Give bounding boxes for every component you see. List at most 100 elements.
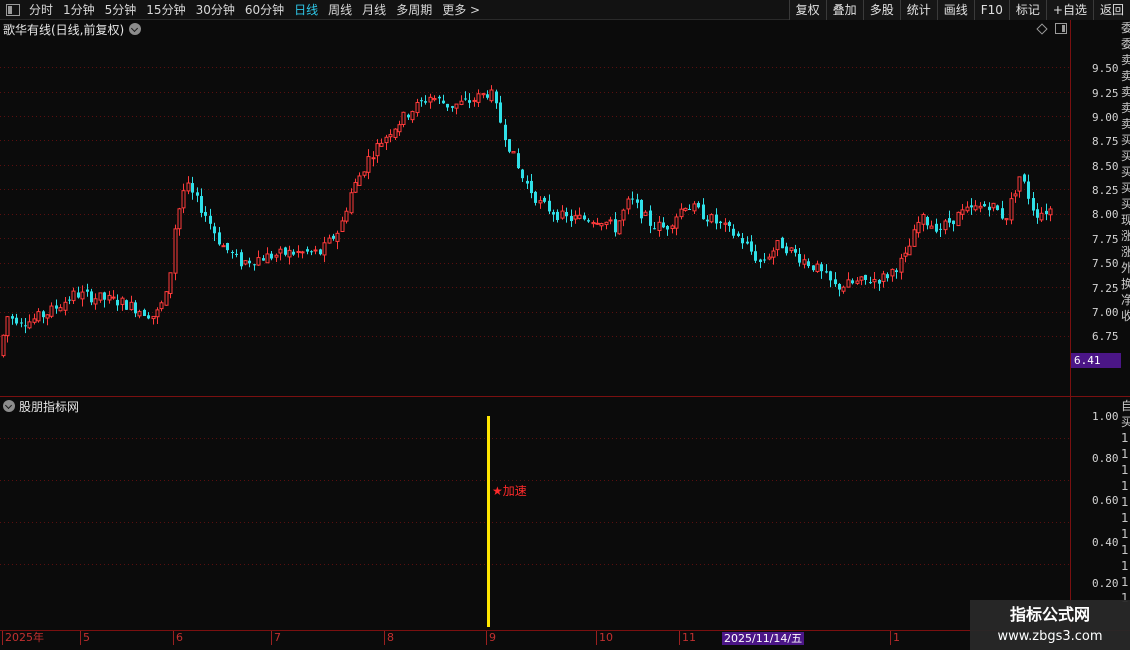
candle xyxy=(313,245,318,255)
candle-body xyxy=(988,206,991,211)
period-tab-15min[interactable]: 15分钟 xyxy=(141,0,190,20)
add-watchlist-button[interactable]: +自选 xyxy=(1045,0,1093,20)
candle xyxy=(820,262,823,279)
chevron-down-icon[interactable] xyxy=(3,400,15,412)
candle-body xyxy=(907,245,912,256)
period-tab-fenshi[interactable]: 分时 xyxy=(24,0,58,20)
candle-body xyxy=(794,249,797,253)
sub-axis-label: 0.40 xyxy=(1092,536,1119,549)
period-tab-multi[interactable]: 多周期 xyxy=(391,0,437,20)
candle-body xyxy=(248,260,251,264)
candle-body xyxy=(1048,208,1053,216)
candle-body xyxy=(235,253,238,255)
candle xyxy=(530,174,533,199)
period-tab-60min[interactable]: 60分钟 xyxy=(240,0,289,20)
candle-body xyxy=(397,124,402,133)
candle xyxy=(332,233,335,241)
side-char: 1 xyxy=(1121,511,1129,525)
quote-side-panel: 委 委 卖 卖 卖 卖 卖 买 买 买 买 买 现 涨 涨 外 换 净 收 自 … xyxy=(1121,20,1130,630)
candle xyxy=(213,222,216,242)
candle xyxy=(599,222,604,231)
draw-line-button[interactable]: 画线 xyxy=(936,0,974,20)
candle-body xyxy=(573,215,578,220)
candle xyxy=(715,208,718,230)
kline-chart[interactable] xyxy=(0,20,1070,630)
candle xyxy=(670,224,675,234)
period-tab-30min[interactable]: 30分钟 xyxy=(191,0,240,20)
candle-body xyxy=(58,307,63,312)
candle-body xyxy=(1045,210,1048,215)
candle xyxy=(32,313,37,325)
mark-button[interactable]: 标记 xyxy=(1008,0,1046,20)
candle-body xyxy=(103,292,106,300)
chevron-down-icon[interactable] xyxy=(129,23,142,35)
candle-body xyxy=(587,220,590,222)
period-tab-more[interactable]: 更多 > xyxy=(437,0,485,20)
candle xyxy=(231,250,234,259)
candle-body xyxy=(287,249,292,258)
candle xyxy=(357,172,362,186)
side-char: 卖 xyxy=(1121,53,1130,67)
date-tick: 9 xyxy=(486,631,496,645)
back-button[interactable]: 返回 xyxy=(1092,0,1130,20)
candle xyxy=(834,272,837,287)
candle xyxy=(732,224,735,239)
candle-body xyxy=(702,204,705,220)
candle xyxy=(310,250,313,256)
price-label: 7.00 xyxy=(1092,306,1119,319)
candle xyxy=(366,149,371,180)
period-tab-1min[interactable]: 1分钟 xyxy=(58,0,100,20)
candle xyxy=(859,276,864,286)
candle xyxy=(636,193,639,209)
period-tab-5min[interactable]: 5分钟 xyxy=(100,0,142,20)
candle-body xyxy=(614,219,617,233)
candle xyxy=(674,213,679,236)
candle xyxy=(481,92,486,99)
side-char: 1 xyxy=(1121,559,1129,573)
candle-body xyxy=(5,316,10,337)
candle xyxy=(759,258,762,269)
panel-toggle-icon[interactable] xyxy=(6,4,20,16)
statistics-button[interactable]: 统计 xyxy=(899,0,937,20)
candle xyxy=(952,220,955,232)
adjust-button[interactable]: 复权 xyxy=(788,0,826,20)
candle-body xyxy=(548,200,551,212)
f10-button[interactable]: F10 xyxy=(973,0,1009,20)
candle-body xyxy=(327,237,332,244)
candle xyxy=(209,208,212,230)
candle-body xyxy=(388,134,393,138)
candle xyxy=(1045,203,1048,221)
period-tab-daily[interactable]: 日线 xyxy=(289,0,323,20)
candle-body xyxy=(349,192,354,214)
multi-stock-button[interactable]: 多股 xyxy=(862,0,900,20)
candle xyxy=(489,85,494,103)
candle-body xyxy=(670,225,675,229)
candle-body xyxy=(319,249,322,255)
candle xyxy=(177,207,182,236)
window-icon[interactable] xyxy=(1055,23,1067,34)
side-char: 买 xyxy=(1121,197,1130,211)
candle-body xyxy=(231,252,234,254)
candle-body xyxy=(674,216,679,229)
side-char: 1 xyxy=(1121,447,1129,461)
period-tab-monthly[interactable]: 月线 xyxy=(357,0,391,20)
candle-body xyxy=(486,94,489,98)
candle-body xyxy=(807,261,810,267)
candle-body xyxy=(495,91,498,104)
candle xyxy=(548,194,551,215)
candle-body xyxy=(270,253,273,259)
candle xyxy=(319,248,322,256)
candle xyxy=(137,309,142,319)
overlay-button[interactable]: 叠加 xyxy=(825,0,863,20)
candle xyxy=(869,276,872,285)
period-tab-weekly[interactable]: 周线 xyxy=(323,0,357,20)
candle xyxy=(181,183,186,214)
candle-body xyxy=(697,202,700,208)
candle xyxy=(785,242,788,256)
candle-body xyxy=(939,228,942,230)
candle-body xyxy=(679,208,684,218)
candle xyxy=(388,129,393,143)
candle-body xyxy=(468,100,471,103)
candle-body xyxy=(692,203,697,212)
price-label: 7.50 xyxy=(1092,257,1119,270)
